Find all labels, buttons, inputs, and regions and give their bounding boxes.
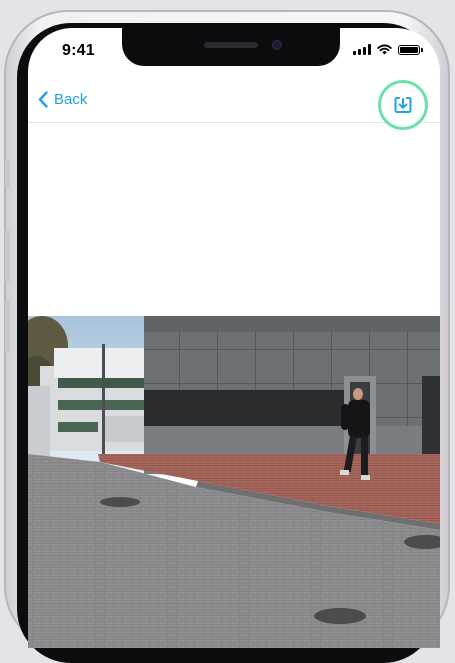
navigation-bar: Back <box>28 78 440 130</box>
download-button[interactable] <box>378 80 428 130</box>
phone-screen: 9:41 Back <box>28 28 440 648</box>
download-icon <box>394 97 412 113</box>
volume-down-button <box>5 300 10 352</box>
volume-up-button <box>5 230 10 282</box>
chevron-left-icon <box>38 91 48 108</box>
front-camera <box>272 40 282 50</box>
back-button[interactable]: Back <box>38 91 87 108</box>
mute-switch <box>5 160 10 188</box>
photo-capture <box>28 316 440 648</box>
photo-scene <box>28 316 440 648</box>
back-label: Back <box>54 91 88 108</box>
notch <box>122 28 340 66</box>
wifi-icon <box>377 44 392 55</box>
status-time: 9:41 <box>62 42 95 59</box>
battery-icon <box>398 44 423 55</box>
status-icons <box>353 44 423 55</box>
cellular-signal-icon <box>353 44 371 55</box>
earpiece-speaker <box>204 42 258 48</box>
